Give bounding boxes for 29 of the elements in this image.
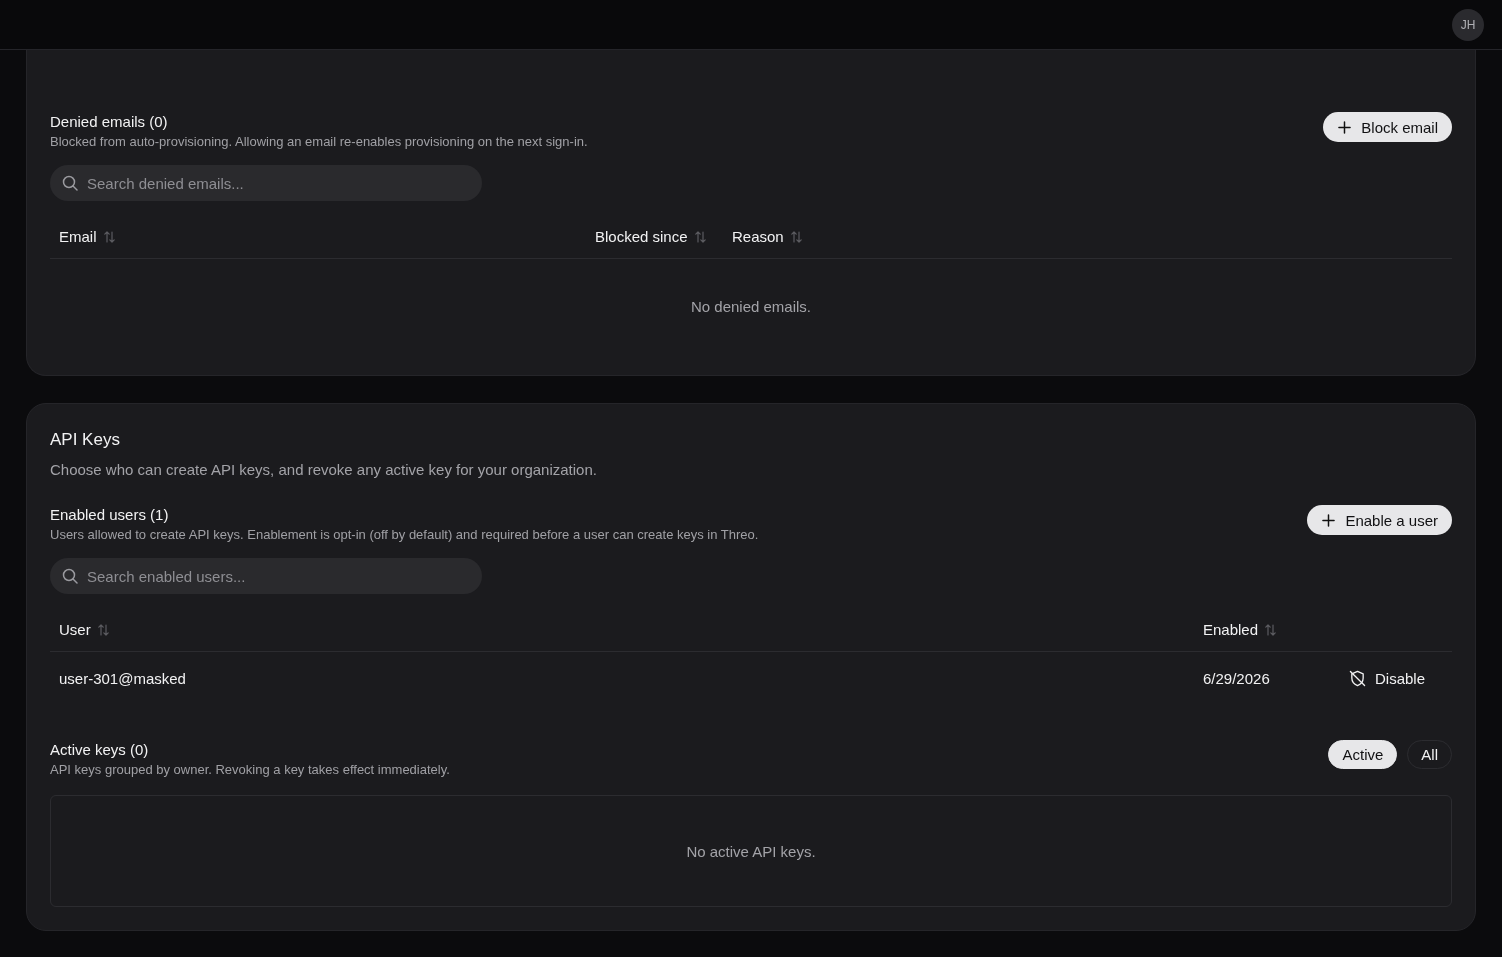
user-avatar[interactable]: JH bbox=[1452, 8, 1484, 41]
section-title: Enabled users (1) bbox=[50, 505, 170, 525]
section-description: Users allowed to create API keys. Enablement is opt-in (off by default) and required before a user can create keys in Threo. bbox=[50, 526, 759, 544]
shield-slash-icon bbox=[1349, 669, 1366, 687]
column-header[interactable]: Enabled bbox=[1203, 621, 1277, 638]
section-title: Denied emails (0) bbox=[50, 112, 169, 132]
section-description: Blocked from auto-provisioning. Allowing an email re-enables provisioning on the next sign-in. bbox=[50, 133, 588, 151]
enable-user-button[interactable]: Enable a user bbox=[1307, 505, 1452, 535]
disable-button[interactable]: Disable bbox=[1339, 663, 1436, 693]
search-icon bbox=[62, 175, 78, 191]
empty-message: No denied emails. bbox=[690, 298, 812, 315]
filter-toggle[interactable]: Active bbox=[1328, 740, 1398, 769]
card-description: Choose who can create API keys, and revoke any active key for your organization. bbox=[50, 460, 598, 480]
column-header[interactable]: Blocked since bbox=[595, 228, 706, 245]
plus-icon bbox=[1338, 120, 1352, 134]
plus-icon bbox=[1322, 513, 1336, 527]
table-cell: 6/29/2026 bbox=[1203, 669, 1270, 687]
block-email-button[interactable]: Block email bbox=[1323, 112, 1452, 142]
empty-message: No active API keys. bbox=[686, 842, 816, 860]
search-field[interactable]: Search enabled users... bbox=[50, 558, 482, 594]
section-title: Active keys (0) bbox=[50, 740, 150, 760]
search-field[interactable]: Search denied emails... bbox=[50, 165, 482, 201]
table-cell: user-301@masked bbox=[59, 669, 186, 687]
column-header[interactable]: Reason bbox=[732, 228, 802, 245]
column-header[interactable]: Email bbox=[59, 228, 115, 245]
search-icon bbox=[62, 568, 78, 584]
section-description: API keys grouped by owner. Revoking a key takes effect immediately. bbox=[50, 761, 450, 779]
column-header[interactable]: User bbox=[59, 621, 109, 638]
card-title: API Keys bbox=[50, 429, 121, 451]
